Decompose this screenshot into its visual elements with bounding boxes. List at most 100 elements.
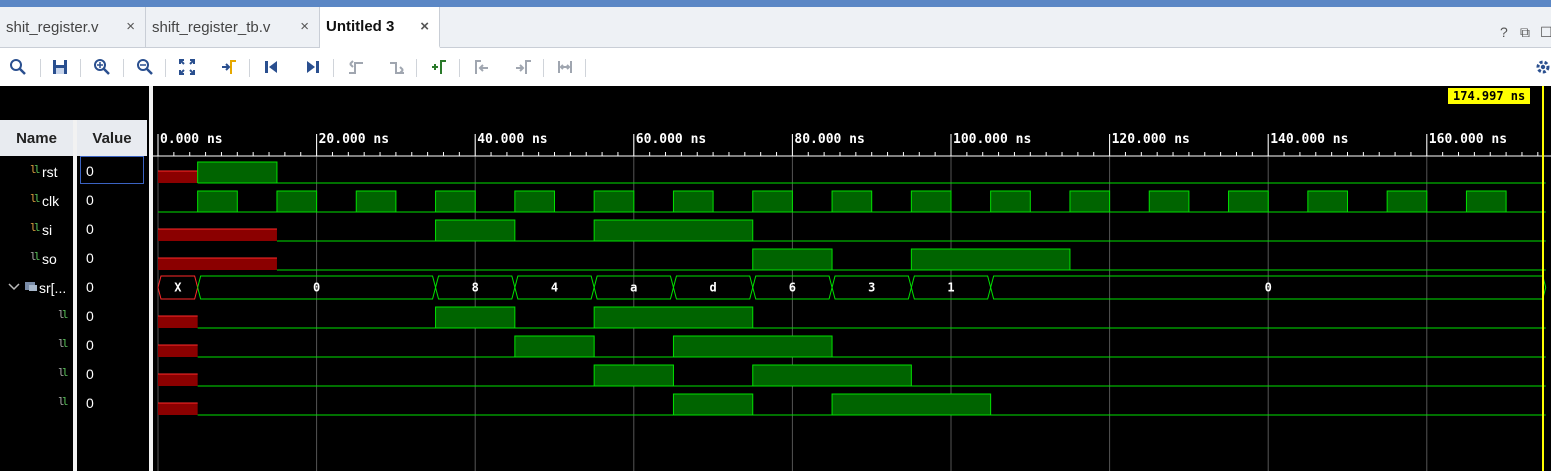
- signal-value: 0: [86, 395, 94, 411]
- undefined-segment: [158, 316, 198, 328]
- time-label: 140.000 ns: [1270, 132, 1348, 147]
- svg-text:l: l: [62, 308, 69, 321]
- previous-marker-icon[interactable]: [470, 56, 492, 78]
- chevron-down-icon[interactable]: [8, 279, 20, 297]
- high-pulse: [1387, 191, 1427, 212]
- close-icon[interactable]: ×: [300, 18, 309, 35]
- help-icon[interactable]: ?: [1500, 24, 1508, 40]
- high-pulse: [673, 336, 833, 357]
- svg-text:l: l: [62, 395, 69, 408]
- signal-value: 0: [86, 366, 94, 382]
- zoom-fit-icon[interactable]: [176, 56, 198, 78]
- toolbar-separator: [333, 59, 334, 77]
- toolbar-separator: [585, 59, 586, 77]
- signal-value: 0: [86, 337, 94, 353]
- high-pulse: [514, 191, 555, 212]
- svg-text:l: l: [34, 250, 41, 263]
- zoom-in-icon[interactable]: [91, 56, 113, 78]
- signal-name: si: [42, 221, 53, 238]
- signal-name: rst: [42, 163, 58, 180]
- high-pulse: [514, 336, 595, 357]
- time-label: 160.000 ns: [1429, 132, 1507, 147]
- svg-text:l: l: [62, 337, 69, 350]
- previous-transition-icon[interactable]: [345, 56, 367, 78]
- add-marker-icon[interactable]: [428, 56, 450, 78]
- high-pulse: [197, 191, 238, 212]
- restore-icon[interactable]: ⧉: [1520, 24, 1530, 41]
- bus-value: 4: [551, 281, 558, 295]
- signal-row-clk[interactable]: ll clk: [30, 186, 59, 215]
- settings-icon[interactable]: [1532, 56, 1551, 78]
- signal-row-sr-bit[interactable]: ll: [58, 302, 70, 331]
- signal-row-so[interactable]: ll so: [30, 244, 57, 273]
- high-pulse: [1307, 191, 1348, 212]
- swap-cursors-icon[interactable]: [554, 56, 576, 78]
- column-divider[interactable]: [73, 120, 77, 471]
- toolbar-separator: [416, 59, 417, 77]
- signal-row-sr-bus[interactable]: sr[...: [8, 273, 66, 302]
- toolbar-separator: [40, 59, 41, 77]
- toolbar-separator: [165, 59, 166, 77]
- high-pulse: [594, 220, 753, 241]
- signal-value: 0: [86, 192, 94, 208]
- svg-text:l: l: [34, 192, 41, 205]
- svg-text:l: l: [34, 221, 41, 234]
- tab-label: shift_register_tb.v: [152, 18, 271, 36]
- search-icon[interactable]: [7, 56, 29, 78]
- toolbar-separator: [249, 59, 250, 77]
- undefined-segment: [158, 229, 277, 241]
- signal-bit-icon: ll: [58, 394, 70, 413]
- signal-row-rst[interactable]: ll rst: [30, 157, 58, 186]
- signal-row-sr-bit[interactable]: ll: [58, 331, 70, 360]
- zoom-out-icon[interactable]: [134, 56, 156, 78]
- signal-row-sr-bit[interactable]: ll: [58, 360, 70, 389]
- high-pulse: [435, 191, 476, 212]
- undefined-segment: [158, 345, 198, 357]
- high-pulse: [752, 249, 833, 270]
- signal-value: 0: [86, 221, 94, 237]
- signal-bit-icon: ll: [58, 307, 70, 326]
- undefined-segment: [158, 258, 277, 270]
- next-marker-icon[interactable]: [512, 56, 534, 78]
- bus-value: 0: [313, 281, 320, 295]
- save-icon[interactable]: [49, 56, 71, 78]
- high-pulse: [1149, 191, 1189, 212]
- close-icon[interactable]: ×: [126, 18, 135, 35]
- tab-untitled-3[interactable]: Untitled 3 ×: [320, 7, 440, 48]
- next-transition-icon[interactable]: [386, 56, 408, 78]
- tab-label: shit_register.v: [6, 18, 99, 36]
- time-label: 120.000 ns: [1112, 132, 1190, 147]
- maximize-icon[interactable]: ☐: [1540, 24, 1551, 41]
- name-column-header[interactable]: Name: [0, 120, 73, 156]
- tab-label: Untitled 3: [326, 18, 395, 35]
- close-icon[interactable]: ×: [420, 18, 429, 35]
- waveform-canvas[interactable]: 0.000 ns 20.000 ns 40.000 ns 60.000 ns 80.00…: [153, 86, 1551, 471]
- undefined-segment: [158, 171, 198, 183]
- bus-value: d: [709, 281, 716, 295]
- time-label: 20.000 ns: [319, 132, 389, 147]
- signal-row-si[interactable]: ll si: [30, 215, 52, 244]
- value-column-header[interactable]: Value: [77, 120, 147, 156]
- high-pulse: [594, 365, 674, 386]
- editor-tab-bar: shit_register.v × shift_register_tb.v × …: [0, 7, 1551, 48]
- high-pulse: [673, 191, 714, 212]
- tab-shit-register[interactable]: shit_register.v ×: [0, 7, 146, 47]
- bus-value: 1: [947, 281, 954, 295]
- signal-row-sr-bit[interactable]: ll: [58, 389, 70, 418]
- signal-value: 0: [86, 279, 94, 295]
- window-top-stripe: [0, 0, 1551, 7]
- bus-value: 3: [868, 281, 875, 295]
- tab-shift-register-tb[interactable]: shift_register_tb.v ×: [146, 7, 320, 47]
- bus-value: 6: [789, 281, 796, 295]
- go-to-last-time-icon[interactable]: [302, 56, 324, 78]
- go-to-cursor-icon[interactable]: [218, 56, 240, 78]
- cursor-time-label: 174.997 ns: [1448, 88, 1531, 104]
- go-to-time-zero-icon[interactable]: [260, 56, 282, 78]
- time-ruler: 0.000 ns 20.000 ns 40.000 ns 60.000 ns 80.00…: [153, 132, 1551, 157]
- toolbar-separator: [80, 59, 81, 77]
- bus-value: 0: [1265, 281, 1272, 295]
- time-label: 0.000 ns: [160, 132, 223, 147]
- high-pulse: [832, 394, 991, 415]
- undefined-segment: [158, 403, 198, 415]
- high-pulse: [594, 191, 634, 212]
